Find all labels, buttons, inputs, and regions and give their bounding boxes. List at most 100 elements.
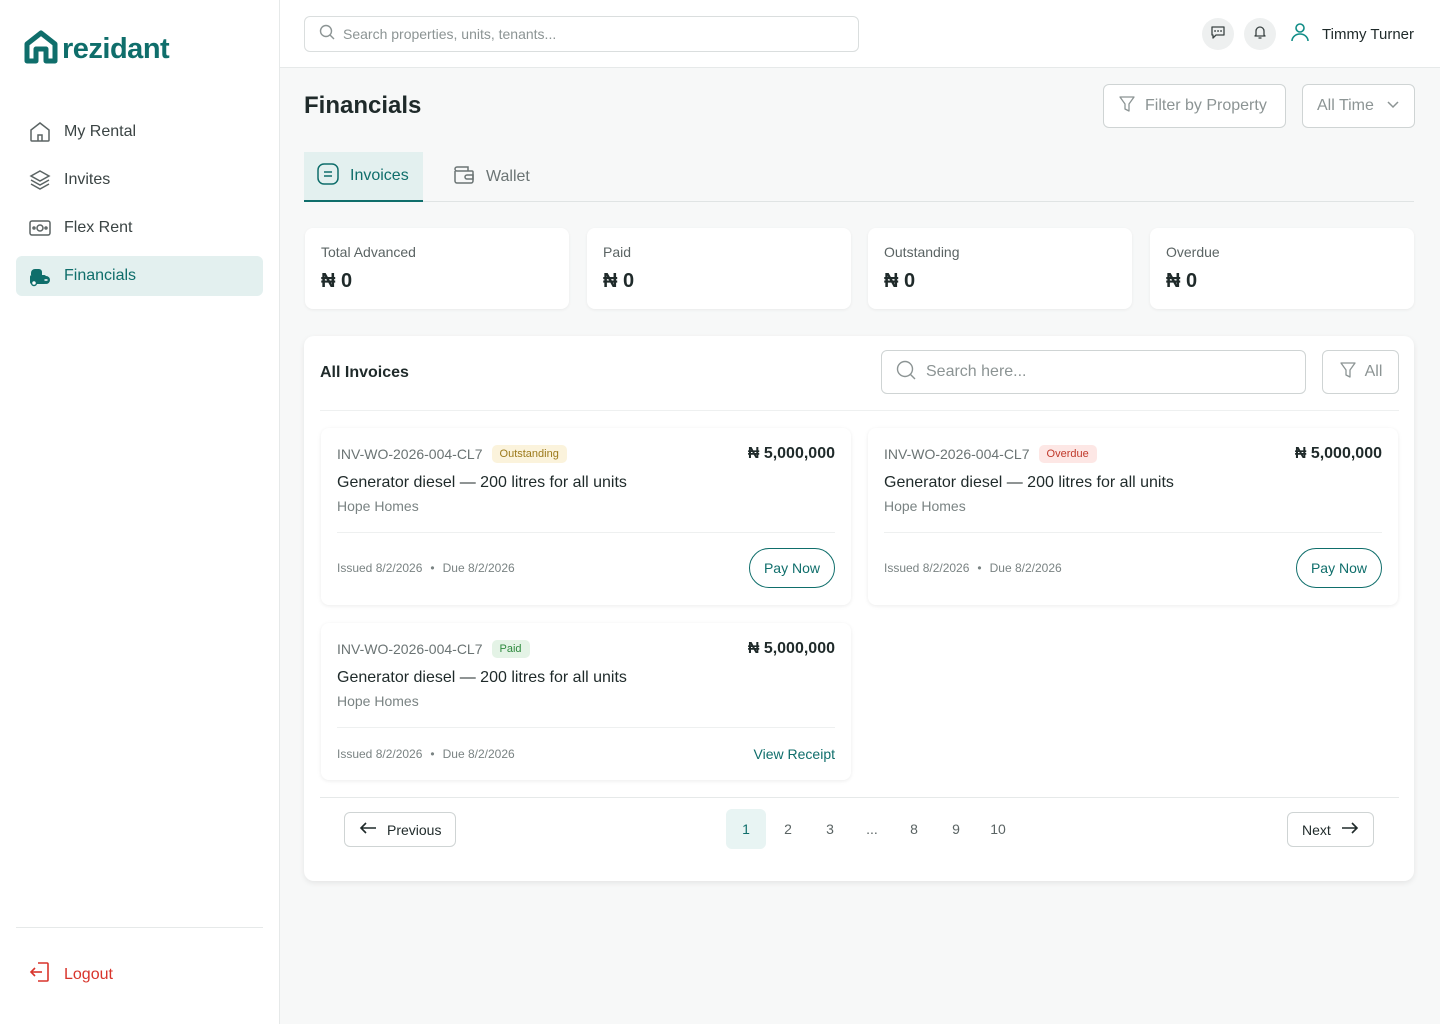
invoice-id: INV-WO-2026-004-CL7: [337, 641, 483, 657]
stat-value: ₦ 0: [1166, 270, 1198, 292]
logout-label: Logout: [64, 965, 113, 983]
invoice-divider: [337, 532, 835, 533]
next-label: Next: [1302, 821, 1331, 838]
stat-label: Outstanding: [884, 244, 960, 260]
next-page-button[interactable]: Next: [1287, 812, 1374, 847]
page-number[interactable]: 1: [726, 809, 766, 849]
stat-value: ₦ 0: [321, 270, 353, 292]
invoice-id: INV-WO-2026-004-CL7: [337, 446, 483, 462]
filter-icon: [1339, 361, 1357, 384]
stat-label: Overdue: [1166, 244, 1220, 260]
tab-label: Wallet: [486, 168, 530, 185]
global-search-input[interactable]: [343, 26, 823, 42]
sidebar-nav: My Rental Invites Flex Rent Financials: [16, 112, 263, 304]
status-badge: Paid: [491, 640, 530, 658]
page-number[interactable]: 9: [936, 809, 976, 849]
tab-wallet[interactable]: Wallet: [440, 152, 542, 202]
sidebar-item-label: Flex Rent: [64, 219, 133, 236]
page-number[interactable]: 10: [978, 809, 1018, 849]
stat-label: Paid: [603, 244, 632, 260]
financials-icon: [28, 264, 52, 288]
chevron-down-icon: [1386, 97, 1400, 116]
invoice-card: INV-WO-2026-004-CL7 Overdue ₦ 5,000,000 …: [868, 428, 1398, 605]
invoice-filter-button[interactable]: All: [1322, 350, 1399, 394]
global-search[interactable]: [304, 16, 859, 52]
sidebar-item-financials[interactable]: Financials: [16, 256, 263, 296]
invoice-issued-date: Issued 8/2/2026: [337, 561, 423, 575]
messages-button[interactable]: [1202, 18, 1235, 50]
chat-icon: [1210, 24, 1226, 45]
invoice-icon: [316, 162, 340, 191]
page-number[interactable]: 3: [810, 809, 850, 849]
pagination-divider: [320, 797, 1399, 798]
time-range-select[interactable]: All Time: [1302, 84, 1415, 128]
previous-page-button[interactable]: Previous: [344, 812, 457, 847]
tab-label: Invoices: [350, 167, 409, 184]
invoice-title: Generator diesel — 200 litres for all un…: [337, 669, 627, 686]
tab-invoices[interactable]: Invoices: [304, 152, 423, 202]
invoice-divider: [884, 532, 1382, 533]
brand-logo[interactable]: rezidant: [24, 30, 170, 69]
search-icon: [896, 360, 916, 385]
stat-card-overdue: Overdue ₦ 0: [1150, 228, 1414, 309]
invoice-amount: ₦ 5,000,000: [1294, 445, 1382, 462]
sidebar: rezidant My Rental Invites Flex Rent Fin…: [0, 0, 280, 1024]
time-range-label: All Time: [1317, 97, 1374, 114]
invoice-amount: ₦ 5,000,000: [747, 640, 835, 657]
invoice-due-date: Due 8/2/2026: [442, 561, 515, 575]
previous-label: Previous: [387, 821, 442, 838]
invoice-title: Generator diesel — 200 litres for all un…: [337, 474, 627, 491]
invoice-card: INV-WO-2026-004-CL7 Outstanding ₦ 5,000,…: [321, 428, 851, 605]
invoice-issued-date: Issued 8/2/2026: [884, 561, 970, 575]
user-menu[interactable]: Timmy Turner: [1288, 20, 1414, 48]
panel-title: All Invoices: [320, 364, 409, 381]
sidebar-item-flex-rent[interactable]: Flex Rent: [16, 208, 263, 248]
brand-name: rezidant: [62, 33, 170, 65]
pay-now-button[interactable]: Pay Now: [1295, 548, 1382, 588]
filter-icon: [1118, 95, 1136, 118]
stat-value: ₦ 0: [603, 270, 635, 292]
logout-icon: [28, 960, 52, 989]
sidebar-item-label: Financials: [64, 267, 137, 284]
layers-icon: [28, 168, 52, 192]
invoice-due-date: Due 8/2/2026: [989, 561, 1062, 575]
arrow-left-icon: [359, 821, 377, 838]
view-receipt-link[interactable]: View Receipt: [754, 746, 835, 762]
dot-separator: •: [430, 747, 435, 761]
sidebar-item-invites[interactable]: Invites: [16, 160, 263, 200]
sidebar-item-my-rental[interactable]: My Rental: [16, 112, 263, 152]
pay-now-button[interactable]: Pay Now: [748, 548, 835, 588]
invoice-search[interactable]: [881, 350, 1306, 394]
page-number[interactable]: 2: [768, 809, 808, 849]
dot-separator: •: [977, 561, 982, 575]
stat-card-paid: Paid ₦ 0: [587, 228, 851, 309]
panel-divider: [320, 410, 1399, 411]
invoice-property: Hope Homes: [884, 498, 966, 514]
user-name: Timmy Turner: [1322, 25, 1414, 43]
home-icon: [28, 120, 52, 144]
stat-card-total-advanced: Total Advanced ₦ 0: [305, 228, 569, 309]
invoice-amount: ₦ 5,000,000: [747, 445, 835, 462]
invoice-property: Hope Homes: [337, 693, 419, 709]
invoice-issued-date: Issued 8/2/2026: [337, 747, 423, 761]
logout-button[interactable]: Logout: [28, 960, 113, 989]
notifications-button[interactable]: [1244, 18, 1277, 50]
invoice-card: INV-WO-2026-004-CL7 Paid ₦ 5,000,000 Gen…: [321, 623, 851, 780]
invoice-search-input[interactable]: [926, 363, 1286, 381]
financials-tabs: Invoices Wallet: [304, 152, 1414, 202]
invoice-property: Hope Homes: [337, 498, 419, 514]
filter-by-property-button[interactable]: Filter by Property: [1103, 84, 1286, 128]
stat-label: Total Advanced: [321, 244, 416, 260]
user-icon: [1288, 20, 1312, 48]
page-number[interactable]: 8: [894, 809, 934, 849]
stat-card-outstanding: Outstanding ₦ 0: [868, 228, 1132, 309]
sidebar-divider: [16, 927, 263, 928]
invoice-title: Generator diesel — 200 litres for all un…: [884, 474, 1174, 491]
house-logo-icon: [24, 30, 58, 69]
topbar-actions: Timmy Turner: [1202, 18, 1414, 50]
money-icon: [28, 216, 52, 240]
invoices-panel: All Invoices All INV-WO-2026-004-CL7 Out…: [304, 336, 1414, 881]
page-ellipsis: ...: [866, 821, 878, 837]
sidebar-item-label: My Rental: [64, 123, 137, 140]
search-icon: [319, 24, 335, 45]
